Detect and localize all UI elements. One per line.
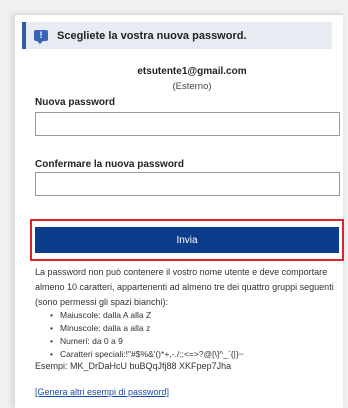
account-email: etsutente1@gmail.com bbox=[137, 66, 247, 77]
new-password-input[interactable] bbox=[35, 112, 340, 136]
rule-special-chars: Caratteri speciali:!"#$%&'()*+,-./:;<=>?… bbox=[50, 348, 244, 361]
info-banner: ! Scegliete la vostra nuova password. bbox=[22, 22, 332, 49]
password-rules-list: Maiuscole: dalla A alla Z Minuscole: dal… bbox=[50, 309, 244, 361]
banner-text: Scegliete la vostra nuova password. bbox=[57, 29, 247, 42]
password-examples: Esempi: MK_DrDaHcU buBQqJfj88 XKFpep7Jha bbox=[35, 361, 232, 371]
new-password-label: Nuova password bbox=[35, 97, 116, 108]
password-rules-text: La password non può contenere il vostro … bbox=[35, 267, 334, 307]
confirm-password-label: Confermare la nuova password bbox=[35, 159, 184, 170]
rule-uppercase: Maiuscole: dalla A alla Z bbox=[50, 309, 244, 322]
generate-examples-link[interactable]: [Genera altri esempi di password] bbox=[35, 387, 169, 397]
rule-numbers: Numeri: da 0 a 9 bbox=[50, 335, 244, 348]
submit-button[interactable]: Invia bbox=[35, 227, 339, 253]
rule-lowercase: Minuscole: dalla a alla z bbox=[50, 322, 244, 335]
account-type: (Esterno) bbox=[172, 81, 212, 92]
info-flag-icon: ! bbox=[34, 30, 48, 44]
confirm-password-input[interactable] bbox=[35, 172, 340, 196]
